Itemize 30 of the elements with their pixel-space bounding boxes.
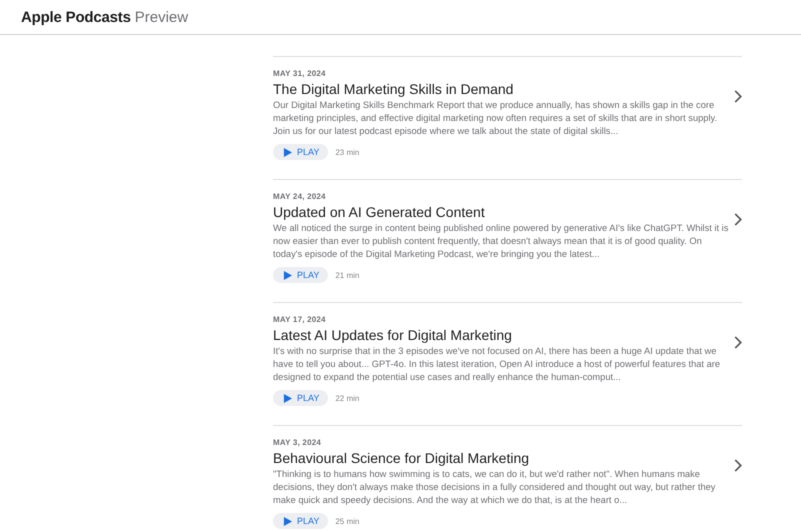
episode-description: It's with no surprise that in the 3 episodes we've not focused on AI, there has been a huge AI update that we have to tell you about... GPT-4o. In this latest iteration, Open AI introduce a host of powerful features that are designed to expand the potential use cases and really enhance the human-comput... — [273, 345, 722, 384]
chevron-icon[interactable] — [734, 90, 742, 103]
episode-date: MAY 31, 2024 — [273, 69, 327, 78]
episode-title[interactable]: Latest AI Updates for Digital Marketing — [273, 327, 738, 343]
play-button[interactable]: PLAY — [273, 390, 328, 406]
episode-title[interactable]: Updated on AI Generated Content — [273, 204, 738, 220]
episode-title[interactable]: Behavioural Science for Digital Marketing — [273, 450, 738, 466]
episode-date: MAY 24, 2024 — [273, 192, 327, 201]
episode-date: MAY 3, 2024 — [273, 438, 322, 447]
play-button[interactable]: PLAY — [273, 144, 328, 160]
episode-duration: 23 min — [335, 148, 360, 156]
play-icon — [283, 148, 292, 156]
episode-duration: 25 min — [335, 516, 360, 526]
play-icon — [283, 516, 292, 526]
play-button[interactable]: PLAY — [273, 513, 328, 529]
episode-description: "Thinking is to humans how swimming is to cats, we can do it, but we'd rather not". When humans make decisions, they don't always make those decisions in a fully considered and thought out way, but rather they make quick and speedy decisions. And the way at which we do that, is at the heart o... — [273, 468, 716, 507]
play-icon — [283, 394, 292, 402]
episode-date: MAY 17, 2024 — [273, 315, 327, 324]
chevron-icon[interactable] — [734, 213, 742, 226]
episode-duration: 21 min — [335, 270, 360, 280]
episode-description: We all noticed the surge in content being published online powered by generative AI's like ChatGPT. Whilst it is now easier than ever to publish content frequently, that doesn't always mean that it is of good quality. On today's episode of the Digital Marketing Podcast, we're bringing you the latest... — [273, 222, 730, 261]
episode-description: Our Digital Marketing Skills Benchmark Report that we produce annually, has shown a skills gap in the core marketing principles, and effective digital marketing now often requires a set of skills that are in short supply. Join us for our latest podcast episode where we talk about the state of digital skills... — [273, 99, 718, 138]
episode-duration: 22 min — [335, 394, 360, 402]
episode-title[interactable]: The Digital Marketing Skills in Demand — [273, 81, 738, 97]
preview-label: Preview — [134, 8, 188, 26]
play-icon — [283, 270, 292, 280]
chevron-icon[interactable] — [734, 336, 742, 349]
play-button[interactable]: PLAY — [273, 267, 328, 283]
chevron-icon[interactable] — [734, 459, 742, 472]
brand-title[interactable]: Apple Podcasts — [21, 8, 131, 26]
